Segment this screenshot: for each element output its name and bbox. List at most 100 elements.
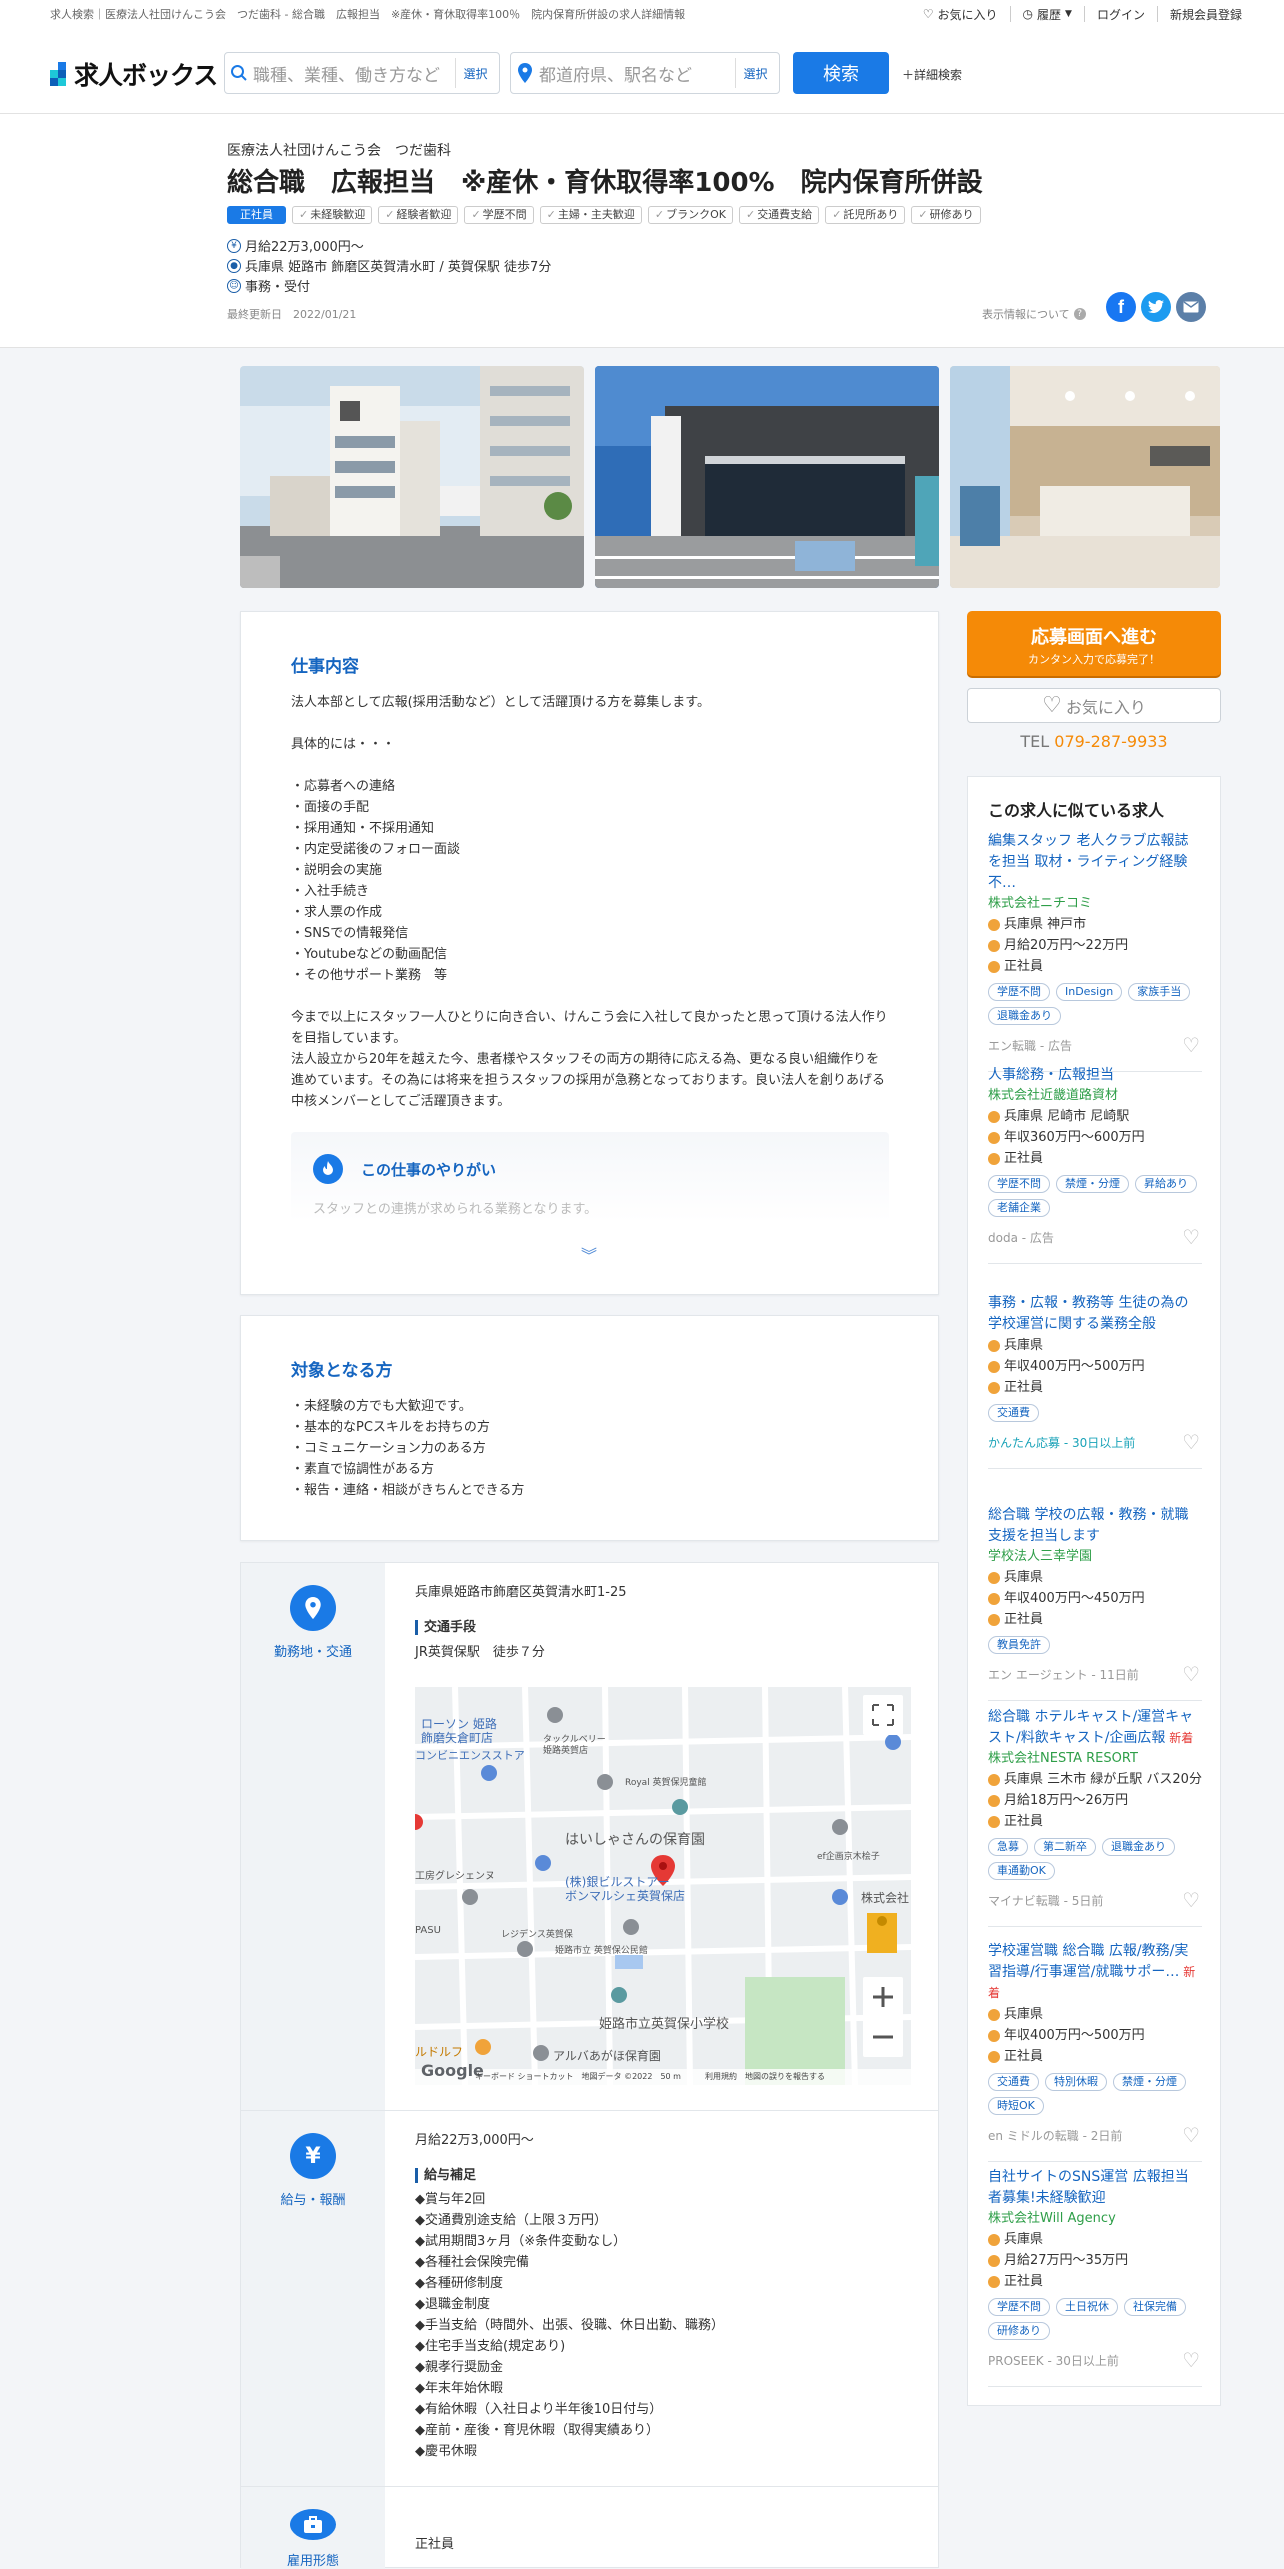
header-history-link[interactable]: ◷ 履歴 ▼	[1011, 6, 1085, 22]
similar-job-pill: 車通勤OK	[988, 1862, 1055, 1880]
similar-job-pill: 禁煙・分煙	[1113, 2073, 1186, 2091]
similar-job-title[interactable]: 総合職 学校の広報・教務・就職支援を担当します	[988, 1505, 1202, 1547]
similar-job-pill: 社保完備	[1124, 2298, 1186, 2316]
search-icon	[225, 64, 253, 82]
similar-job-pill: 家族手当	[1128, 983, 1191, 1001]
similar-job-location: 兵庫県 尼崎市 尼崎駅	[988, 1106, 1202, 1127]
feature-tag: ✓ 学歴不問	[464, 206, 534, 224]
similar-job-company[interactable]: 株式会社近畿道路資材	[988, 1086, 1202, 1106]
similar-job-item[interactable]: 学校運営職 総合職 広報/教務/実習指導/行事運営/就職サポー… 新着 兵庫県 年収…	[988, 1941, 1202, 2162]
similar-job-title[interactable]: 総合職 ホテルキャスト/運営キャスト/料飲キャスト/企画広報 新着	[988, 1707, 1202, 1749]
similar-job-title[interactable]: 編集スタッフ 老人クラブ広報誌を担当 取材・ライティング経験不…	[988, 831, 1202, 894]
apply-button[interactable]: 応募画面へ進む カンタン入力で応募完了！	[967, 611, 1221, 676]
similar-job-title[interactable]: 事務・広報・教務等 生徒の為の学校運営に関する業務全般	[988, 1293, 1202, 1335]
map-label-park: 姫路市立 英賀保公民館	[555, 1946, 648, 1956]
similar-job-salary: 月給20万円～22万円	[988, 935, 1202, 956]
similar-job-salary-text: 年収400万円～450万円	[1004, 1591, 1145, 1606]
salary-side: ¥ 給与・報酬	[241, 2111, 385, 2486]
heart-icon[interactable]: ♡	[1182, 1225, 1200, 1249]
area-select-button[interactable]: 選択	[735, 58, 775, 88]
similar-job-item[interactable]: 人事総務・広報担当 株式会社近畿道路資材 兵庫県 尼崎市 尼崎駅年収360万円～60…	[988, 1065, 1202, 1264]
similar-job-salary-text: 月給18万円～26万円	[1004, 1793, 1129, 1808]
similar-job-source-row: かんたん応募 - 30日以上前 ♡	[988, 1430, 1202, 1454]
heart-icon[interactable]: ♡	[1182, 1033, 1200, 1057]
favorite-button[interactable]: ♡ お気に入り	[967, 688, 1221, 723]
job-photo-clinic-interior[interactable]	[950, 366, 1220, 588]
briefcase-dot-icon	[988, 2050, 1000, 2063]
similar-job-salary: 年収400万円～500万円	[988, 2025, 1202, 2046]
similar-job-source-row: マイナビ転職 - 5日前 ♡	[988, 1888, 1202, 1912]
access-map[interactable]: ローソン 姫路 飾磨矢倉町店 コンビニエンスストア タックルベリー 姫路英賀店 …	[415, 1687, 911, 2085]
similar-job-pill: 交通費	[988, 1404, 1039, 1422]
check-icon: ✓	[654, 208, 665, 221]
similar-job-pill: 老舗企業	[988, 1199, 1050, 1217]
similar-job-title[interactable]: 学校運営職 総合職 広報/教務/実習指導/行事運営/就職サポー… 新着	[988, 1941, 1202, 2004]
keyword-search-box[interactable]: 職種、業種、働き方など 選択	[224, 52, 500, 94]
similar-job-type-text: 正社員	[1004, 1380, 1044, 1395]
employment-side: 雇用形態	[241, 2487, 385, 2569]
register-link[interactable]: 新規会員登録	[1158, 6, 1242, 22]
similar-job-company[interactable]: 学校法人三幸学園	[988, 1547, 1202, 1567]
similar-job-item[interactable]: 自社サイトのSNS運営 広報担当者募集!未経験歓迎 株式会社Will Agency…	[988, 2167, 1202, 2387]
new-badge: 新着	[988, 1965, 1196, 2000]
header-favorite-link[interactable]: ♡ お気に入り	[911, 6, 1011, 22]
salary-supplement-body: ◆賞与年2回 ◆交通費別途支給（上限３万円） ◆試用期間3ヶ月（※条件変動なし）…	[415, 2192, 724, 2459]
briefcase-dot-icon	[988, 2275, 1000, 2288]
search-button[interactable]: 検索	[793, 52, 889, 94]
similar-job-salary: 月給27万円～35万円	[988, 2250, 1202, 2271]
tel-label: TEL	[1020, 732, 1050, 751]
map-footer[interactable]: キーボード ショートカット 地図データ ©2022 50 m 利用規約 地図の誤…	[475, 2071, 825, 2082]
similar-job-company[interactable]: 株式会社ニチコミ	[988, 894, 1202, 914]
similar-job-pill: 教員免許	[988, 1636, 1050, 1654]
salary-value: 月給22万3,000円～	[415, 2133, 534, 2148]
similar-job-location: 兵庫県 三木市 緑が丘駅 バス20分	[988, 1769, 1202, 1790]
similar-job-location-text: 兵庫県 神戸市	[1004, 917, 1087, 932]
about-info-link[interactable]: 表示情報について?	[982, 306, 1086, 322]
area-search-box[interactable]: 都道府県、駅名など 選択	[510, 52, 780, 94]
login-link[interactable]: ログイン	[1085, 6, 1158, 22]
similar-job-pill: 学歴不問	[988, 1175, 1050, 1193]
heart-icon[interactable]: ♡	[1182, 1430, 1200, 1454]
heart-icon[interactable]: ♡	[1182, 1888, 1200, 1912]
similar-job-pill: 交通費	[988, 2073, 1039, 2091]
apply-sub-label: カンタン入力で応募完了！	[1028, 653, 1160, 666]
expand-chevron-icon[interactable]: ︾	[581, 1242, 597, 1266]
similar-job-title[interactable]: 自社サイトのSNS運営 広報担当者募集!未経験歓迎	[988, 2167, 1202, 2209]
facebook-share-button[interactable]: f	[1106, 292, 1136, 322]
company-name[interactable]: 医療法人社団けんこう会 つだ歯科	[227, 140, 451, 160]
keyword-select-button[interactable]: 選択	[455, 58, 495, 88]
facebook-icon: f	[1118, 296, 1124, 317]
similar-job-pill: 禁煙・分煙	[1056, 1175, 1129, 1193]
detail-search-link[interactable]: ＋詳細検索	[902, 66, 962, 83]
mail-share-button[interactable]	[1176, 292, 1206, 322]
job-photo-building[interactable]	[240, 366, 584, 588]
area-input[interactable]: 都道府県、駅名など	[539, 61, 735, 86]
similar-job-type: 正社員	[988, 1609, 1202, 1630]
similar-job-company[interactable]: 株式会社NESTA RESORT	[988, 1749, 1202, 1769]
similar-job-item[interactable]: 総合職 ホテルキャスト/運営キャスト/料飲キャスト/企画広報 新着 株式会社NES…	[988, 1707, 1202, 1927]
heart-icon[interactable]: ♡	[1182, 1662, 1200, 1686]
site-logo[interactable]: 求人ボックス	[50, 56, 218, 92]
similar-job-salary-text: 年収360万円～600万円	[1004, 1130, 1145, 1145]
map-label-dolphin: ルドルフ	[415, 2045, 464, 2059]
similar-job-type-text: 正社員	[1004, 1814, 1044, 1829]
similar-job-title[interactable]: 人事総務・広報担当	[988, 1065, 1202, 1086]
yen-dot-icon	[988, 1360, 1000, 1373]
tel-number[interactable]: 079-287-9933	[1054, 732, 1167, 751]
similar-job-item[interactable]: 編集スタッフ 老人クラブ広報誌を担当 取材・ライティング経験不… 株式会社ニチコミ…	[988, 831, 1202, 1072]
similar-job-source: PROSEEK - 30日以上前	[988, 2353, 1119, 2368]
heart-icon[interactable]: ♡	[1182, 2348, 1200, 2372]
similar-job-company[interactable]: 株式会社Will Agency	[988, 2209, 1202, 2229]
mail-icon	[1183, 301, 1199, 313]
job-photo-nursery[interactable]	[595, 366, 939, 588]
keyword-input[interactable]: 職種、業種、働き方など	[253, 61, 455, 86]
map-label-store: (株)銀ビルストアー ボンマルシェ英賀保店	[565, 1875, 686, 1903]
heart-icon: ♡	[922, 7, 934, 21]
map-label-kk: 株式会社	[861, 1891, 910, 1905]
similar-job-type: 正社員	[988, 1377, 1202, 1398]
similar-job-item[interactable]: 総合職 学校の広報・教務・就職支援を担当します 学校法人三幸学園 兵庫県 年収400万…	[988, 1505, 1202, 1701]
similar-jobs-panel: この求人に似ている求人 編集スタッフ 老人クラブ広報誌を担当 取材・ライティング…	[967, 776, 1221, 2406]
heart-icon[interactable]: ♡	[1182, 2123, 1200, 2147]
twitter-share-button[interactable]	[1141, 292, 1171, 322]
similar-job-item[interactable]: 事務・広報・教務等 生徒の為の学校運営に関する業務全般 兵庫県 年収400万円～50…	[988, 1293, 1202, 1469]
